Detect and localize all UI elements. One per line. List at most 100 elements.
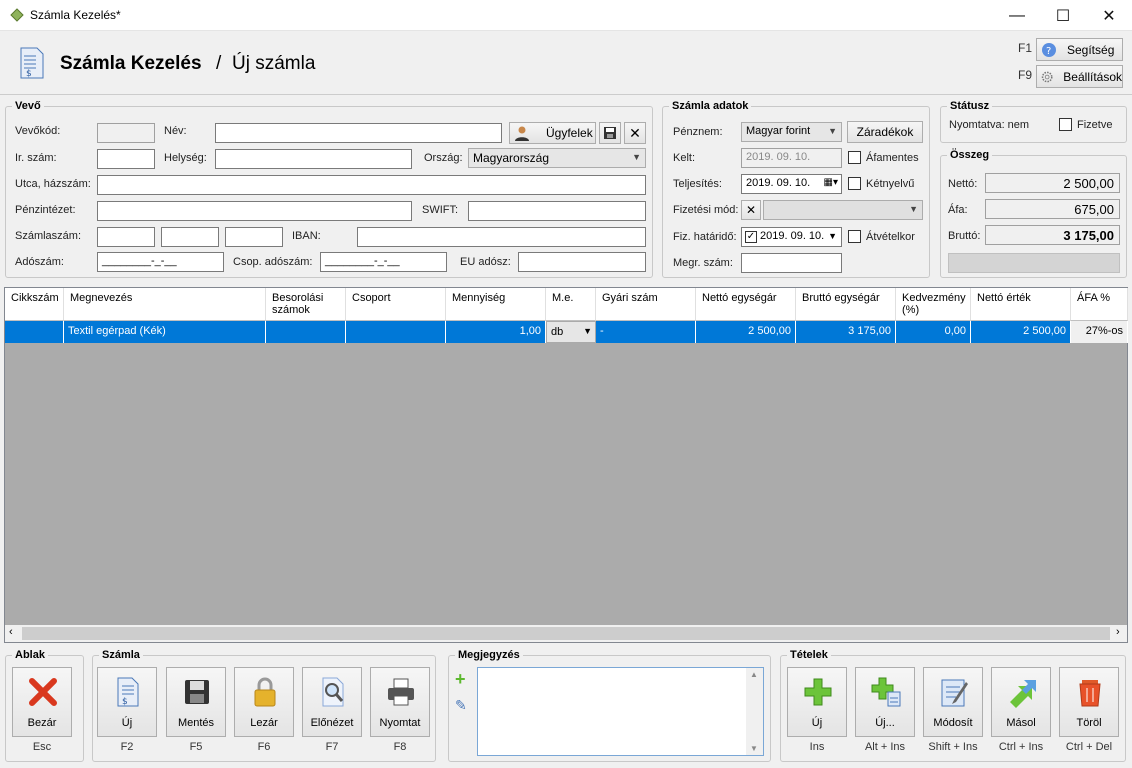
clear-buyer-button[interactable]: ✕ xyxy=(624,122,646,144)
title-bar: Számla Kezelés* — ☐ ✕ xyxy=(0,0,1132,31)
lock-button[interactable]: Lezár xyxy=(234,667,294,737)
cell-unit-select[interactable]: db ▼ xyxy=(546,321,596,343)
col-header-classification[interactable]: Besorolási számok xyxy=(266,288,346,321)
account-part1-field[interactable] xyxy=(97,227,155,247)
col-header-unit[interactable]: M.e. xyxy=(546,288,596,321)
floppy-icon xyxy=(604,127,616,139)
cell-quantity[interactable]: 1,00 xyxy=(446,321,546,343)
bilingual-checkbox[interactable] xyxy=(848,177,861,190)
col-header-net-price[interactable]: Nettó egységár xyxy=(696,288,796,321)
chevron-down-icon: ▼ xyxy=(828,126,837,136)
cell-net-price[interactable]: 2 500,00 xyxy=(696,321,796,343)
window-title: Számla Kezelés* xyxy=(30,8,121,22)
due-date-field[interactable]: ✓ 2019. 09. 10. ▼ xyxy=(741,227,842,247)
city-label: Helység: xyxy=(164,152,207,164)
page-title: Számla Kezelés xyxy=(60,53,202,74)
note-scrollbar[interactable]: ▲ ▼ xyxy=(746,668,763,755)
cell-classification[interactable] xyxy=(266,321,346,343)
swift-field[interactable] xyxy=(468,201,646,221)
payment-method-select[interactable]: ▼ xyxy=(763,200,923,220)
account-part2-field[interactable] xyxy=(161,227,219,247)
bank-field[interactable] xyxy=(97,201,412,221)
col-header-vat[interactable]: ÁFA % xyxy=(1071,288,1128,321)
cell-serial[interactable]: - xyxy=(596,321,696,343)
buyer-code-field[interactable] xyxy=(97,123,155,143)
scroll-up-icon[interactable]: ▲ xyxy=(750,670,758,679)
vat-exempt-checkbox[interactable] xyxy=(848,151,861,164)
col-header-sku[interactable]: Cikkszám xyxy=(5,288,64,321)
copy-item-button[interactable]: Másol xyxy=(991,667,1051,737)
col-header-name[interactable]: Megnevezés xyxy=(64,288,266,321)
items-grid[interactable]: Cikkszám Megnevezés Besorolási számok Cs… xyxy=(4,287,1128,643)
pen-icon[interactable]: ✎ xyxy=(455,697,467,714)
due-date-label: Fiz. határidő: xyxy=(673,231,737,243)
col-header-gross-price[interactable]: Bruttó egységár xyxy=(796,288,896,321)
col-header-quantity[interactable]: Mennyiség xyxy=(446,288,546,321)
account-part3-field[interactable] xyxy=(225,227,283,247)
scroll-down-icon[interactable]: ▼ xyxy=(750,744,758,753)
cell-vat[interactable]: 27%-os xyxy=(1071,321,1128,343)
trash-icon xyxy=(1079,680,1101,707)
city-field[interactable] xyxy=(215,149,412,169)
clauses-button[interactable]: Záradékok xyxy=(847,121,923,143)
close-icon: ✕ xyxy=(629,124,641,141)
cell-group[interactable] xyxy=(346,321,446,343)
currency-select[interactable]: Magyar forint ▼ xyxy=(741,122,842,142)
street-field[interactable] xyxy=(97,175,646,195)
new-invoice-button[interactable]: $ Új xyxy=(97,667,157,737)
delete-item-button[interactable]: Töröl xyxy=(1059,667,1119,737)
customers-label: Ügyfelek xyxy=(546,126,593,140)
minimize-button[interactable]: — xyxy=(994,0,1040,31)
order-number-field[interactable] xyxy=(741,253,842,273)
on-delivery-checkbox[interactable] xyxy=(848,230,861,243)
name-field[interactable] xyxy=(215,123,502,143)
close-window-button[interactable]: ✕ xyxy=(1086,0,1132,31)
fulfillment-date-field[interactable]: 2019. 09. 10. ▦▾ xyxy=(741,174,842,194)
issue-date-label: Kelt: xyxy=(673,152,696,164)
due-date-checkbox[interactable]: ✓ xyxy=(745,231,757,243)
new-item-dialog-button[interactable]: Új... xyxy=(855,667,915,737)
settings-button[interactable]: Beállítások xyxy=(1036,65,1123,88)
zip-field[interactable] xyxy=(97,149,155,169)
plus-icon xyxy=(804,678,832,706)
iban-field[interactable] xyxy=(357,227,646,247)
col-header-serial[interactable]: Gyári szám xyxy=(596,288,696,321)
col-header-group[interactable]: Csoport xyxy=(346,288,446,321)
print-label: Nyomtat xyxy=(379,717,421,729)
add-note-icon[interactable]: + xyxy=(455,669,466,690)
cell-name[interactable]: Textil egérpad (Kék) xyxy=(64,321,266,343)
new-item-button[interactable]: Új xyxy=(787,667,847,737)
cell-net-value[interactable]: 2 500,00 xyxy=(971,321,1071,343)
country-select[interactable]: Magyarország ▼ xyxy=(468,148,646,168)
note-textarea[interactable]: ▲ ▼ xyxy=(477,667,764,756)
group-tax-field[interactable]: ________-_-__ xyxy=(320,252,447,272)
copy-item-label: Másol xyxy=(1006,717,1036,729)
customers-button[interactable]: Ügyfelek xyxy=(509,122,596,144)
col-header-discount[interactable]: Kedvezmény (%) xyxy=(896,288,971,321)
edit-icon xyxy=(941,679,968,707)
edit-item-button[interactable]: Módosít xyxy=(923,667,983,737)
help-button[interactable]: ? Segítség xyxy=(1036,38,1123,61)
paid-checkbox[interactable] xyxy=(1059,118,1072,131)
scrollbar-thumb[interactable] xyxy=(22,627,1110,640)
horizontal-scrollbar[interactable]: ‹ › xyxy=(5,625,1127,642)
clear-payment-button[interactable]: ✕ xyxy=(741,200,761,220)
close-button[interactable]: Bezár xyxy=(12,667,72,737)
save-buyer-button[interactable] xyxy=(599,122,621,144)
scroll-right-icon[interactable]: › xyxy=(1116,626,1120,638)
col-header-net-value[interactable]: Nettó érték xyxy=(971,288,1071,321)
issue-date-field[interactable]: 2019. 09. 10. xyxy=(741,148,842,168)
eu-tax-field[interactable] xyxy=(518,252,646,272)
preview-button[interactable]: Előnézet xyxy=(302,667,362,737)
cell-discount[interactable]: 0,00 xyxy=(896,321,971,343)
scroll-left-icon[interactable]: ‹ xyxy=(9,626,13,638)
save-button[interactable]: Mentés xyxy=(166,667,226,737)
account-label: Számlaszám: xyxy=(15,230,82,242)
help-label: Segítség xyxy=(1067,42,1115,57)
tax-number-field[interactable]: ________-_-__ xyxy=(97,252,224,272)
print-button[interactable]: Nyomtat xyxy=(370,667,430,737)
page-subtitle: Új számla xyxy=(232,53,316,74)
cell-gross-price[interactable]: 3 175,00 xyxy=(796,321,896,343)
maximize-button[interactable]: ☐ xyxy=(1040,0,1086,31)
cell-sku[interactable] xyxy=(5,321,64,343)
